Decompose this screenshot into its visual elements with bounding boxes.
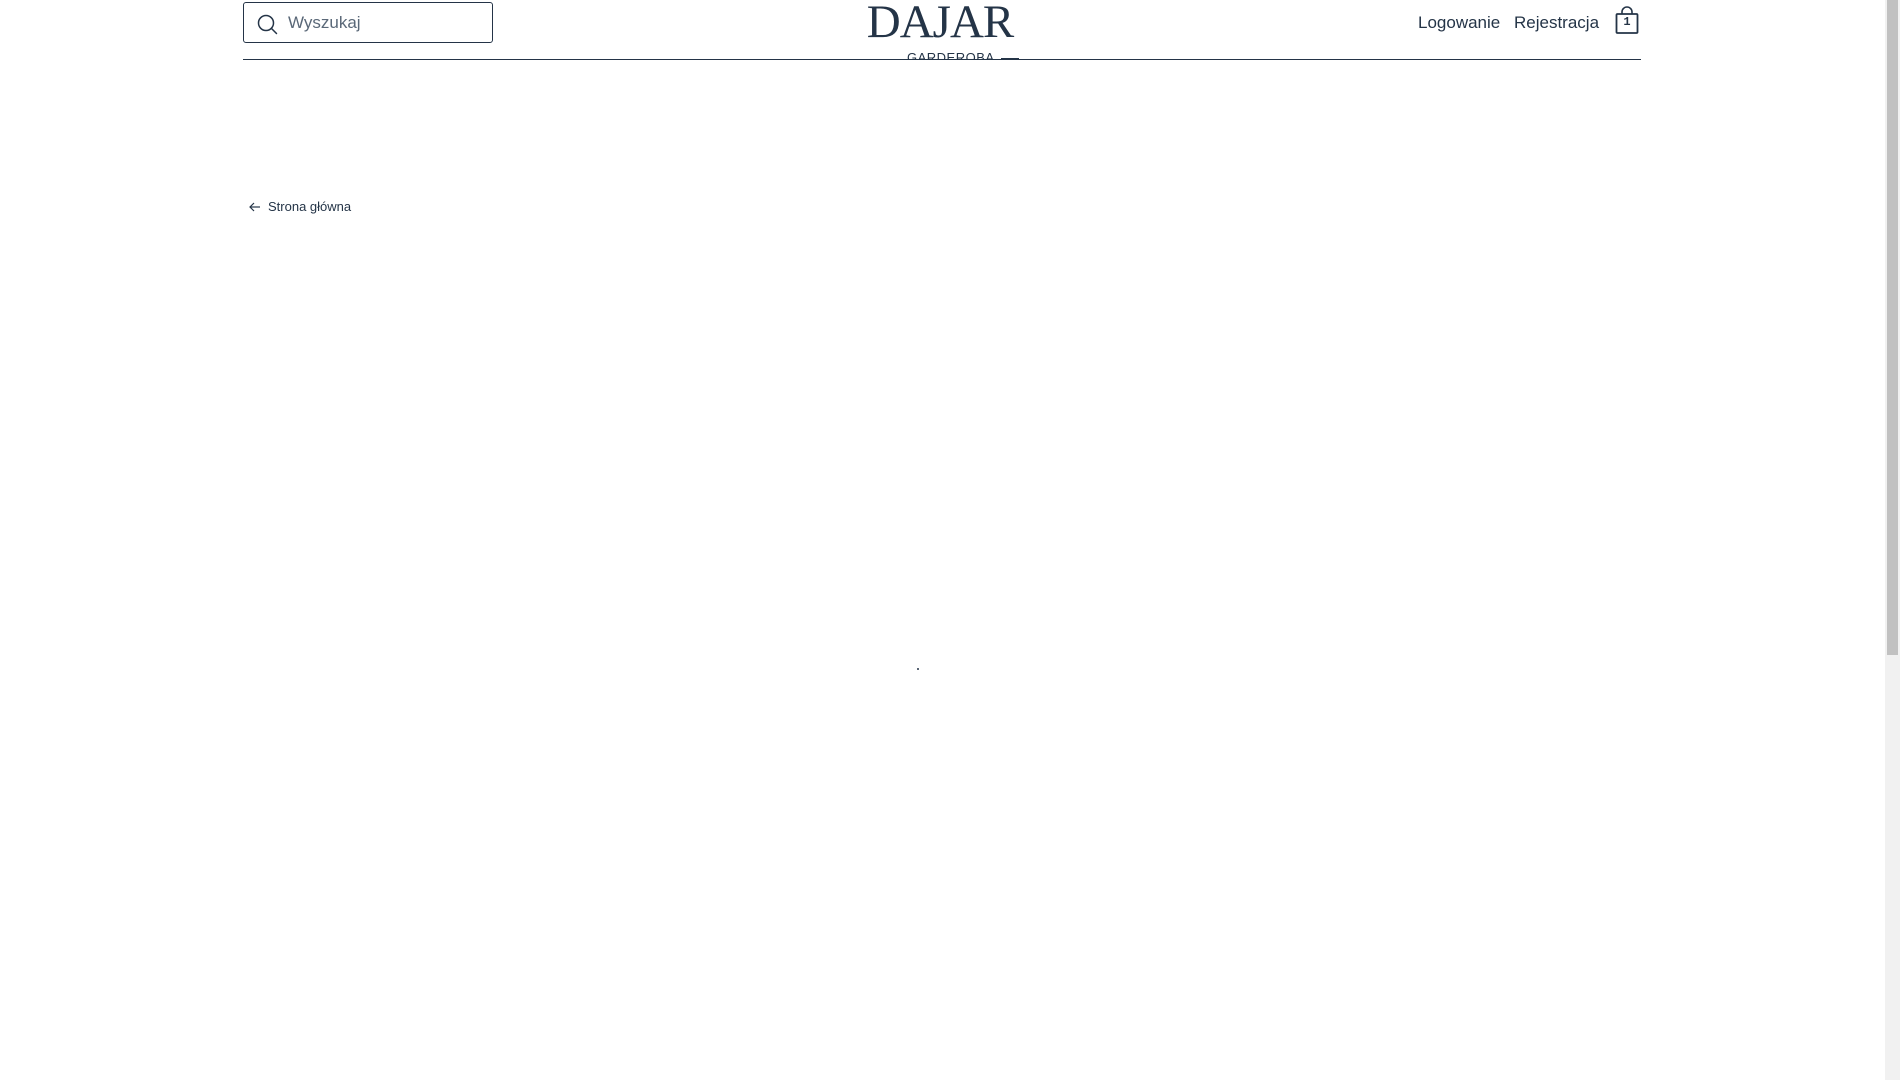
register-link[interactable]: Rejestracja bbox=[1514, 12, 1599, 34]
breadcrumb-home-link[interactable]: Strona główna bbox=[248, 199, 351, 214]
search-input[interactable] bbox=[288, 3, 483, 42]
cart-count-badge: 1 bbox=[1623, 15, 1631, 29]
loading-indicator bbox=[917, 668, 919, 670]
breadcrumb-label: Strona główna bbox=[268, 199, 352, 214]
scrollbar-track[interactable] bbox=[1885, 0, 1900, 1080]
search-icon bbox=[257, 14, 278, 35]
brand-logo[interactable]: DAJAR bbox=[860, 0, 1020, 48]
page: DAJAR GARDEROBA Logowanie Rejestracja 1 … bbox=[0, 0, 1900, 1080]
scrollbar-thumb[interactable] bbox=[1887, 0, 1898, 655]
cart-button[interactable]: 1 bbox=[1612, 6, 1642, 36]
header-divider bbox=[243, 59, 1641, 60]
arrow-left-icon bbox=[249, 202, 260, 211]
login-link[interactable]: Logowanie bbox=[1418, 12, 1500, 34]
search-box[interactable] bbox=[243, 2, 493, 43]
